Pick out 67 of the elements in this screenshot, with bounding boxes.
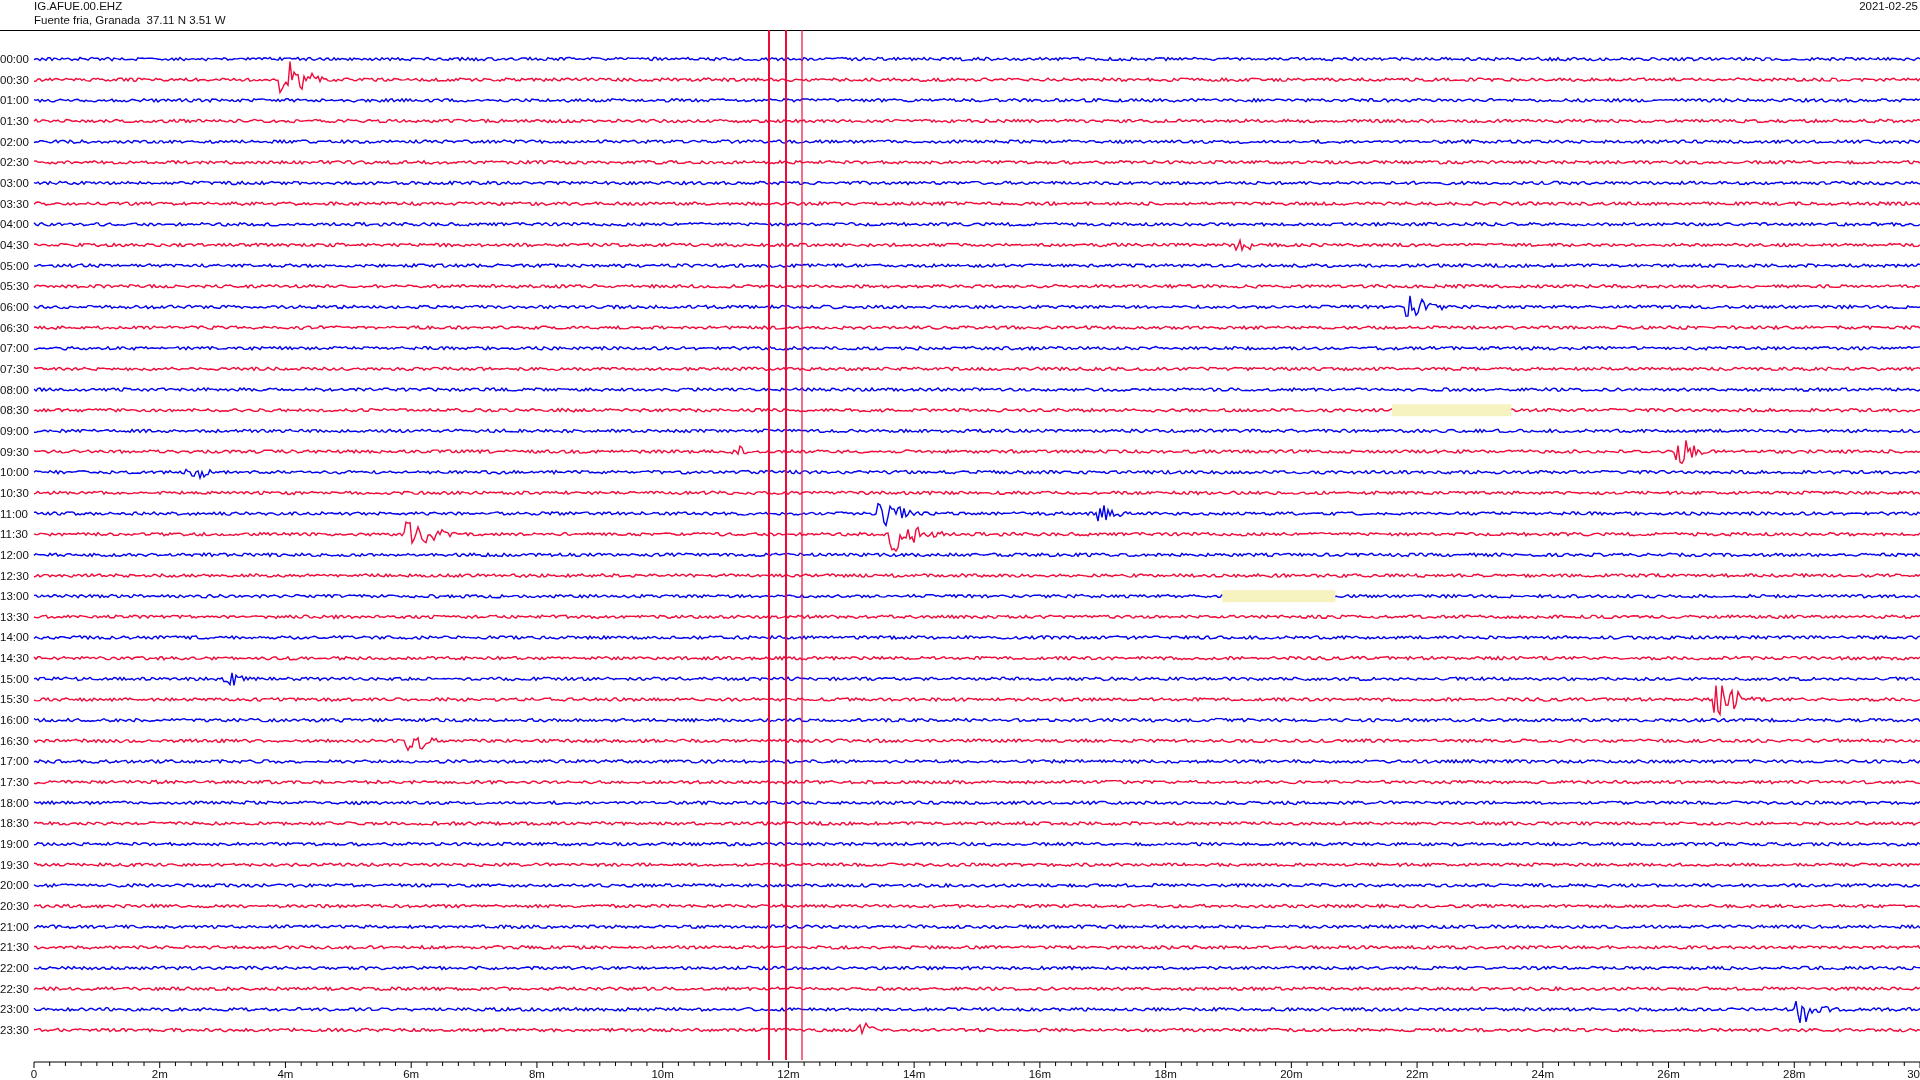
axis-label: 30 xyxy=(1907,1068,1920,1080)
axis-label: 26m xyxy=(1657,1068,1680,1080)
hour-label: 08:00 xyxy=(0,383,29,396)
hour-label: 16:00 xyxy=(0,714,29,727)
plot-date: 2021-02-25 xyxy=(1859,0,1918,12)
hour-label: 09:30 xyxy=(0,445,29,458)
hour-label: 02:30 xyxy=(0,156,29,169)
axis-label: 14m xyxy=(902,1068,926,1080)
hour-label: 06:30 xyxy=(0,321,29,334)
hour-label: 22:00 xyxy=(0,962,29,975)
hour-label: 07:00 xyxy=(0,342,29,355)
hour-label: 08:30 xyxy=(0,404,29,417)
hour-label: 00:00 xyxy=(0,53,29,65)
axis-label: 4m xyxy=(277,1068,294,1080)
hour-label: 17:30 xyxy=(0,776,29,789)
hour-label: 07:30 xyxy=(0,362,29,375)
axis-label: 12m xyxy=(777,1068,800,1080)
axis-label: 8m xyxy=(528,1068,545,1080)
hour-label: 21:30 xyxy=(0,941,29,954)
axis-label: 20m xyxy=(1280,1068,1303,1080)
axis-label: 6m xyxy=(403,1068,420,1080)
hour-label: 21:00 xyxy=(0,920,29,933)
axis-label: 28m xyxy=(1783,1068,1806,1080)
hour-label: 11:00 xyxy=(0,507,28,520)
hour-label: 03:00 xyxy=(0,176,29,189)
hour-label: 22:30 xyxy=(0,982,29,995)
hour-label: 15:00 xyxy=(0,672,29,685)
hour-label: 10:00 xyxy=(0,466,29,479)
axis-label: 2m xyxy=(151,1068,168,1080)
hour-label: 05:30 xyxy=(0,280,29,293)
hour-label: 18:30 xyxy=(0,817,29,830)
hour-label: 01:00 xyxy=(0,94,29,107)
hour-label: 13:00 xyxy=(0,590,29,603)
hour-label: 02:00 xyxy=(0,135,29,148)
axis-label: 22m xyxy=(1405,1068,1429,1080)
hour-label: 20:00 xyxy=(0,879,29,892)
hour-label: 15:30 xyxy=(0,693,29,706)
hour-label: 10:30 xyxy=(0,486,29,499)
hour-label: 09:00 xyxy=(0,424,29,437)
hour-label: 12:30 xyxy=(0,569,29,582)
hour-label: 11:30 xyxy=(0,528,28,541)
hour-label: 18:00 xyxy=(0,796,29,809)
axis-label: 10m xyxy=(651,1068,674,1080)
hour-label: 12:00 xyxy=(0,548,29,561)
hour-label: 13:30 xyxy=(0,610,29,623)
hour-label: 06:00 xyxy=(0,300,29,313)
hour-label: 20:30 xyxy=(0,900,29,913)
hour-label: 19:30 xyxy=(0,858,29,871)
hour-label: 00:30 xyxy=(0,73,29,86)
hour-label: 14:00 xyxy=(0,631,29,644)
hour-label: 03:30 xyxy=(0,197,29,210)
hour-label: 04:00 xyxy=(0,218,29,231)
hour-label: 01:30 xyxy=(0,115,29,127)
hour-label: 23:30 xyxy=(0,1024,29,1036)
hour-label: 17:00 xyxy=(0,755,29,768)
hour-label: 19:00 xyxy=(0,838,29,851)
hour-label: 04:30 xyxy=(0,238,29,251)
station-code: IG.AFUE.00.EHZ xyxy=(34,0,123,12)
axis-label: 0 xyxy=(30,1068,38,1080)
axis-label: 24m xyxy=(1531,1068,1554,1080)
axis-label: 18m xyxy=(1154,1068,1177,1080)
station-location: Fuente fria, Granada 37.11 N 3.51 W xyxy=(34,14,226,26)
hour-label: 23:00 xyxy=(0,1003,29,1016)
hour-label: 16:30 xyxy=(0,734,29,747)
hour-label: 05:00 xyxy=(0,259,29,272)
hour-label: 14:30 xyxy=(0,652,29,665)
axis-label: 16m xyxy=(1028,1068,1052,1080)
